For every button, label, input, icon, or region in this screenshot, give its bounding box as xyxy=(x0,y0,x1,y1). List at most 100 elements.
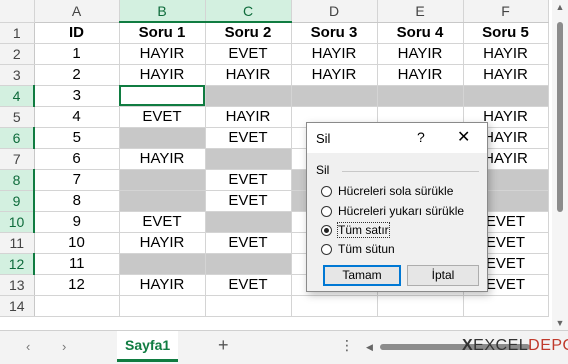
cell-b14[interactable] xyxy=(119,295,206,317)
radio-icon[interactable] xyxy=(321,205,332,217)
delete-option-1[interactable]: Hücreleri sola sürükle xyxy=(321,184,453,198)
next-sheet-icon[interactable]: › xyxy=(62,339,66,354)
vertical-scrollbar[interactable]: ▲ ▼ xyxy=(552,0,568,330)
cell-a12[interactable]: 11 xyxy=(34,253,120,275)
cell-b10[interactable]: EVET xyxy=(119,211,206,233)
column-header-d[interactable]: D xyxy=(291,0,378,23)
cell-b5[interactable]: EVET xyxy=(119,106,206,128)
cell-b9[interactable] xyxy=(119,190,206,212)
close-icon[interactable]: ✕ xyxy=(457,127,470,147)
scroll-up-icon[interactable]: ▲ xyxy=(552,0,568,14)
vertical-scroll-thumb[interactable] xyxy=(557,22,563,212)
radio-icon[interactable] xyxy=(321,185,332,197)
cell-c2[interactable]: EVET xyxy=(205,43,292,65)
cell-a3[interactable]: 2 xyxy=(34,64,120,86)
cell-c10[interactable] xyxy=(205,211,292,233)
cell-b6[interactable] xyxy=(119,127,206,149)
cell-f14[interactable] xyxy=(463,295,549,317)
cell-b7[interactable]: HAYIR xyxy=(119,148,206,170)
add-sheet-icon[interactable]: + xyxy=(218,335,229,356)
ok-button[interactable]: Tamam xyxy=(323,265,401,286)
cell-b2[interactable]: HAYIR xyxy=(119,43,206,65)
cell-e2[interactable]: HAYIR xyxy=(377,43,464,65)
cell-d4[interactable] xyxy=(291,85,378,107)
cell-a6[interactable]: 5 xyxy=(34,127,120,149)
cell-d1[interactable]: Soru 3 xyxy=(291,22,378,44)
cell-e1[interactable]: Soru 4 xyxy=(377,22,464,44)
scroll-left-icon[interactable]: ◀ xyxy=(366,339,373,355)
delete-option-3[interactable]: Tüm satır xyxy=(321,222,390,238)
row-header-3[interactable]: 3 xyxy=(0,64,35,86)
cell-d3[interactable]: HAYIR xyxy=(291,64,378,86)
row-header-7[interactable]: 7 xyxy=(0,148,35,170)
cell-e3[interactable]: HAYIR xyxy=(377,64,464,86)
more-options-icon[interactable]: ⋮ xyxy=(340,337,354,354)
prev-sheet-icon[interactable]: ‹ xyxy=(26,339,30,354)
cell-c1[interactable]: Soru 2 xyxy=(205,22,292,44)
cell-e4[interactable] xyxy=(377,85,464,107)
cell-b12[interactable] xyxy=(119,253,206,275)
column-header-f[interactable]: F xyxy=(463,0,549,23)
cell-a14[interactable] xyxy=(34,295,120,317)
cell-c7[interactable] xyxy=(205,148,292,170)
column-header-b[interactable]: B xyxy=(119,0,206,23)
row-header-10[interactable]: 10 xyxy=(0,211,35,233)
row-header-9[interactable]: 9 xyxy=(0,190,35,212)
cell-c12[interactable] xyxy=(205,253,292,275)
row-header-11[interactable]: 11 xyxy=(0,232,35,254)
row-header-8[interactable]: 8 xyxy=(0,169,35,191)
cell-c8[interactable]: EVET xyxy=(205,169,292,191)
cell-a4[interactable]: 3 xyxy=(34,85,120,107)
cell-c6[interactable]: EVET xyxy=(205,127,292,149)
cell-c11[interactable]: EVET xyxy=(205,232,292,254)
radio-icon[interactable] xyxy=(321,224,332,236)
sheet-tab[interactable]: Sayfa1 xyxy=(117,331,179,362)
cell-a10[interactable]: 9 xyxy=(34,211,120,233)
cell-a1[interactable]: ID xyxy=(34,22,120,44)
cell-b3[interactable]: HAYIR xyxy=(119,64,206,86)
cell-b8[interactable] xyxy=(119,169,206,191)
radio-icon[interactable] xyxy=(321,243,332,255)
cell-a8[interactable]: 7 xyxy=(34,169,120,191)
cell-b4[interactable] xyxy=(119,85,206,107)
row-header-13[interactable]: 13 xyxy=(0,274,35,296)
cell-a2[interactable]: 1 xyxy=(34,43,120,65)
cell-a9[interactable]: 8 xyxy=(34,190,120,212)
cell-d14[interactable] xyxy=(291,295,378,317)
select-all-corner[interactable] xyxy=(0,0,35,23)
cell-f3[interactable]: HAYIR xyxy=(463,64,549,86)
row-header-12[interactable]: 12 xyxy=(0,253,35,275)
row-header-4[interactable]: 4 xyxy=(0,85,35,107)
column-header-a[interactable]: A xyxy=(34,0,120,23)
cell-a7[interactable]: 6 xyxy=(34,148,120,170)
row-header-6[interactable]: 6 xyxy=(0,127,35,149)
help-icon[interactable]: ? xyxy=(417,129,425,145)
row-header-1[interactable]: 1 xyxy=(0,22,35,44)
scroll-down-icon[interactable]: ▼ xyxy=(552,316,568,330)
cell-c9[interactable]: EVET xyxy=(205,190,292,212)
cell-a13[interactable]: 12 xyxy=(34,274,120,296)
cell-b11[interactable]: HAYIR xyxy=(119,232,206,254)
column-header-e[interactable]: E xyxy=(377,0,464,23)
row-header-14[interactable]: 14 xyxy=(0,295,35,317)
cell-f4[interactable] xyxy=(463,85,549,107)
cell-a11[interactable]: 10 xyxy=(34,232,120,254)
cell-b1[interactable]: Soru 1 xyxy=(119,22,206,44)
delete-option-4[interactable]: Tüm sütun xyxy=(321,242,395,256)
cell-c13[interactable]: EVET xyxy=(205,274,292,296)
cell-a5[interactable]: 4 xyxy=(34,106,120,128)
cell-f1[interactable]: Soru 5 xyxy=(463,22,549,44)
cell-b13[interactable]: HAYIR xyxy=(119,274,206,296)
column-header-c[interactable]: C xyxy=(205,0,292,23)
cell-c4[interactable] xyxy=(205,85,292,107)
cell-d2[interactable]: HAYIR xyxy=(291,43,378,65)
row-header-5[interactable]: 5 xyxy=(0,106,35,128)
cell-f2[interactable]: HAYIR xyxy=(463,43,549,65)
cancel-button[interactable]: İptal xyxy=(407,265,479,286)
cell-c5[interactable]: HAYIR xyxy=(205,106,292,128)
delete-option-2[interactable]: Hücreleri yukarı sürükle xyxy=(321,204,464,218)
row-header-2[interactable]: 2 xyxy=(0,43,35,65)
cell-c3[interactable]: HAYIR xyxy=(205,64,292,86)
cell-e14[interactable] xyxy=(377,295,464,317)
cell-c14[interactable] xyxy=(205,295,292,317)
